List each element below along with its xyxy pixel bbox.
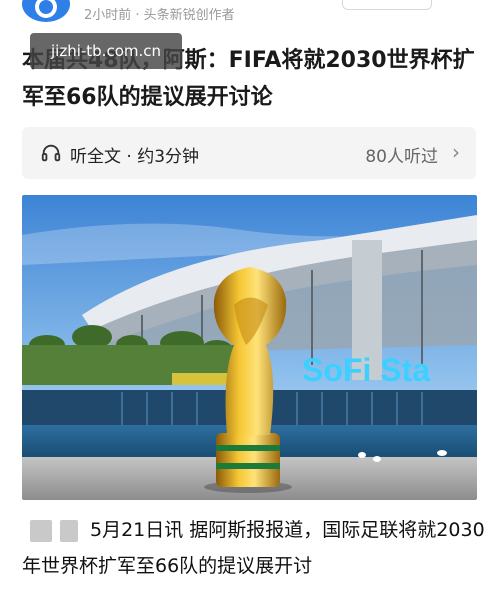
listen-count: 80人听过 — [365, 147, 438, 167]
author-avatar[interactable] — [22, 0, 70, 22]
stadium-sign: SoFi Sta — [302, 352, 430, 388]
article-photo[interactable]: SoFi Sta — [22, 195, 477, 500]
article-paragraph: 5月21日讯 据阿斯报报道，国际足联将就2030年世界杯扩军至66队的提议展开讨 — [22, 519, 485, 577]
author-bar: 2小时前 · 头条新锐创作者 — [0, 0, 500, 30]
post-meta: 2小时前 · 头条新锐创作者 — [84, 8, 235, 23]
listen-label: 听全文 · 约3分钟 — [70, 147, 200, 167]
world-cup-trophy-stadium-image: SoFi Sta — [22, 195, 477, 500]
chevron-right-icon: › — [452, 140, 460, 164]
watermark-label: jizhi-tb.com.cn — [30, 33, 182, 69]
follow-button[interactable] — [342, 0, 432, 10]
listen-full-text-bar[interactable]: 听全文 · 约3分钟 80人听过 › — [22, 127, 476, 179]
headphones-icon — [41, 144, 61, 162]
